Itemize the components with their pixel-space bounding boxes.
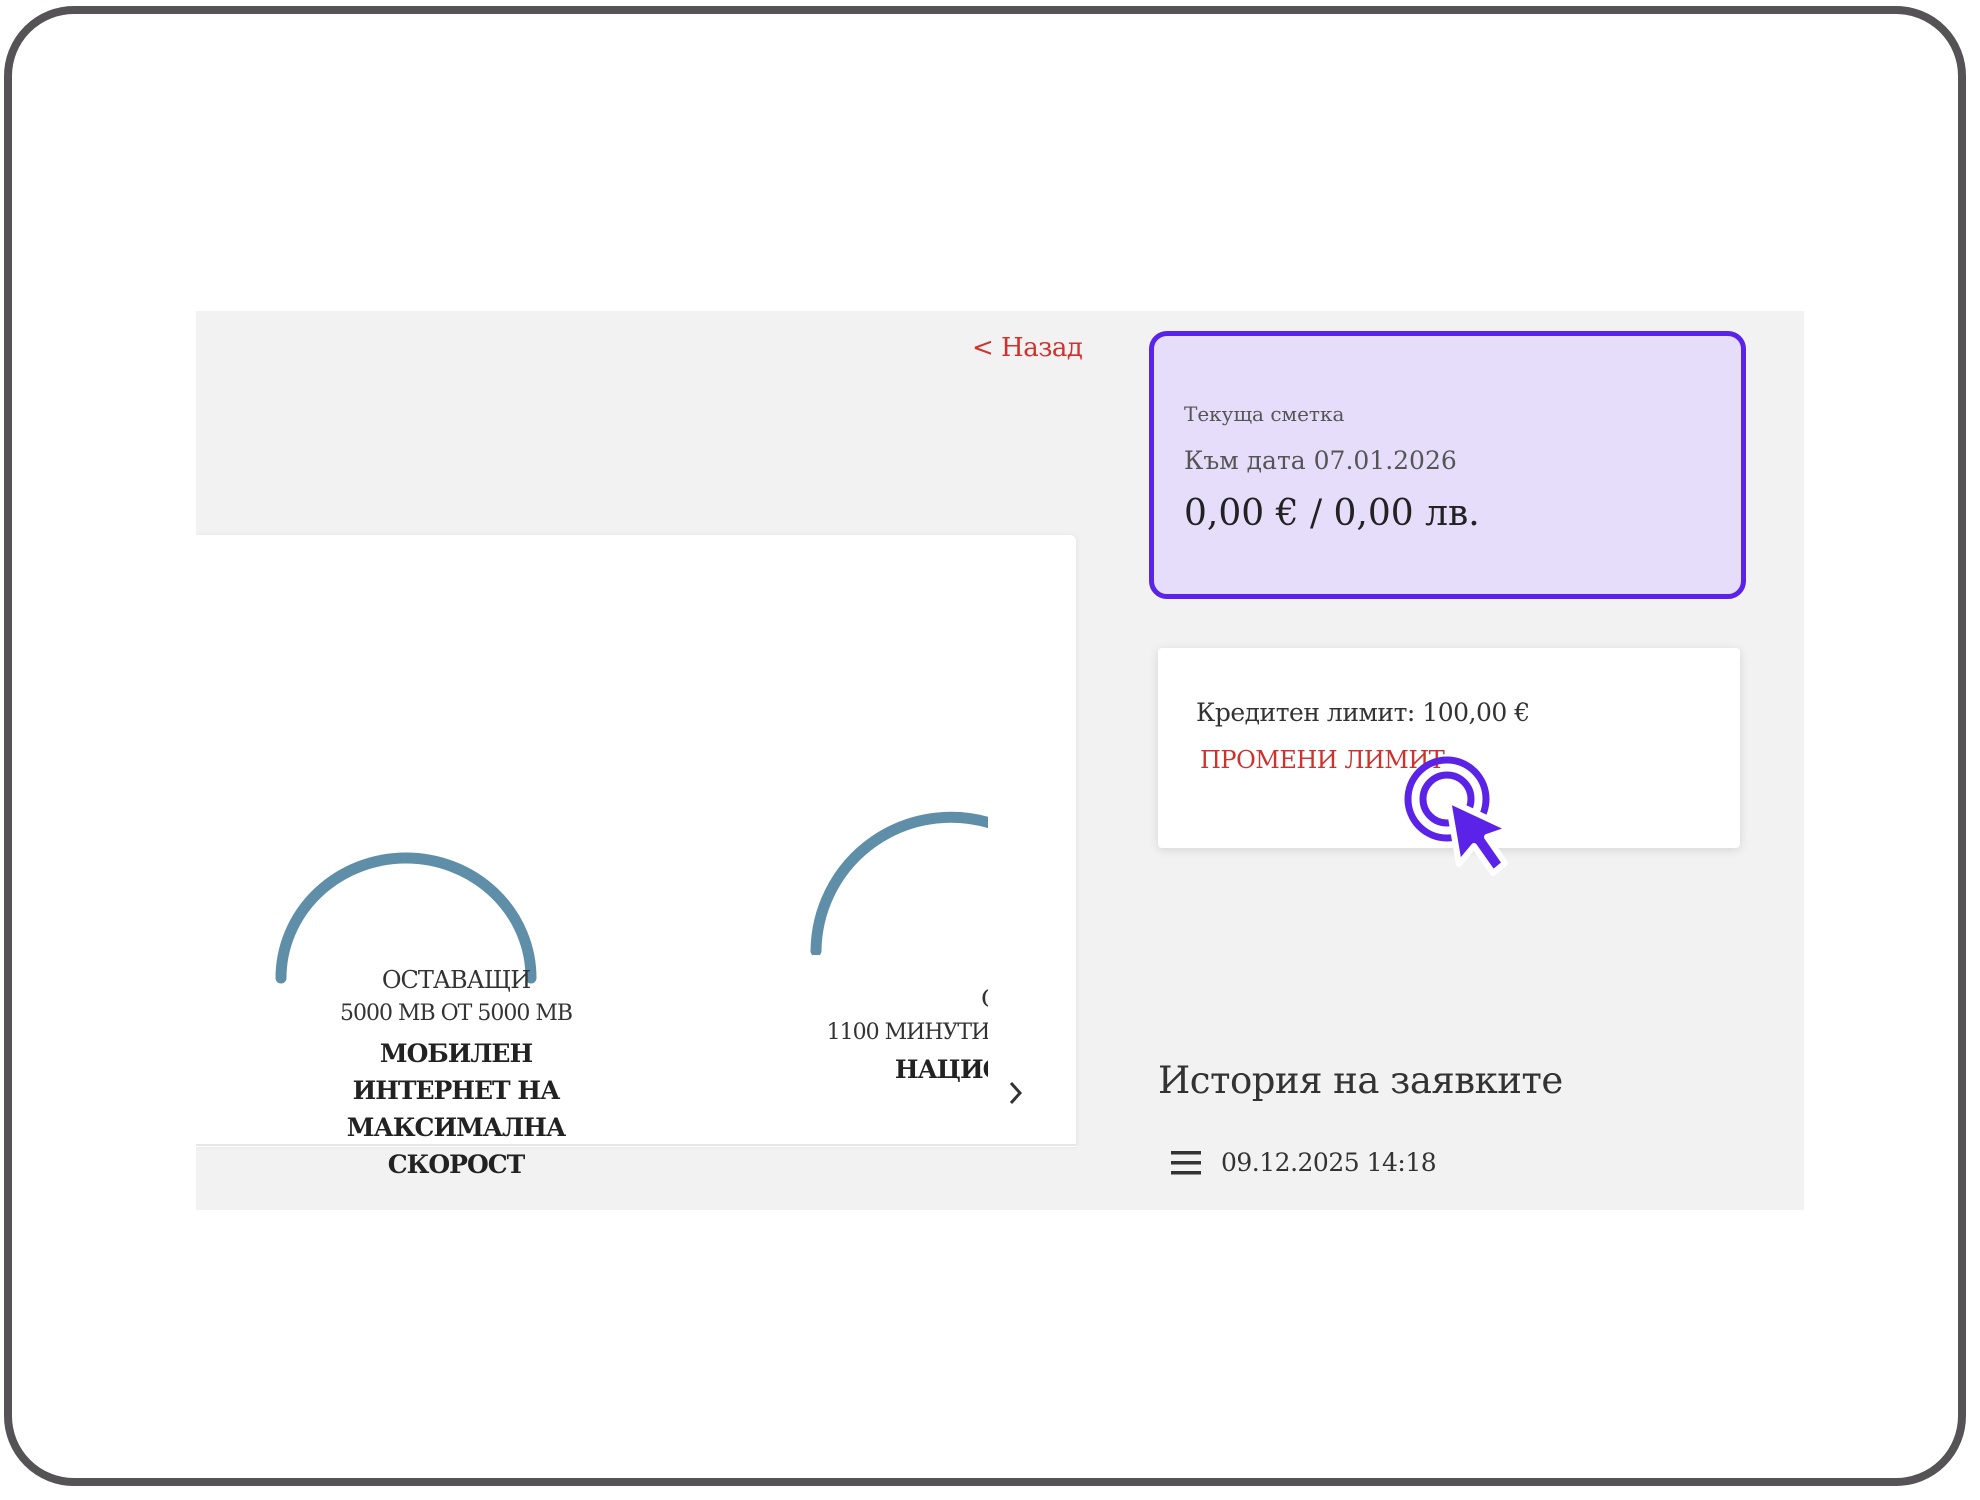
usage-card: ОСТАВАЩИ 5000 MB ОТ 5000 MB МОБИЛЕН ИНТЕ… [196, 535, 1076, 1179]
internet-gauge-name: МОБИЛЕН ИНТЕРНЕТ НА МАКСИМАЛНА СКОРОСТ [231, 1035, 681, 1183]
chevron-right-icon[interactable] [1004, 1075, 1028, 1111]
minutes-gauge-amount: 1100 МИНУТИ ОТ [826, 1020, 988, 1045]
minutes-gauge[interactable]: ОСТАВ 1100 МИНУТИ ОТ НАЦИОН [796, 805, 988, 1105]
usage-divider [196, 1144, 1076, 1146]
app-screen: < Назад ОСТАВАЩИ 5000 MB ОТ 5000 MB МОБИ… [196, 311, 1804, 1210]
history-item[interactable]: 09.12.2025 14:18 [1171, 1146, 1571, 1186]
menu-icon [1171, 1151, 1201, 1175]
history-item-date: 09.12.2025 14:18 [1221, 1148, 1437, 1177]
internet-gauge-arc [275, 852, 537, 984]
device-frame: < Назад ОСТАВАЩИ 5000 MB ОТ 5000 MB МОБИ… [4, 6, 1966, 1486]
account-due-date: Към дата 07.01.2026 [1184, 446, 1457, 475]
minutes-gauge-label: ОСТАВ [906, 985, 988, 1013]
pointer-click-icon [1404, 756, 1513, 876]
credit-limit-text: Кредитен лимит: 100,00 € [1196, 698, 1530, 727]
back-link[interactable]: < Назад [972, 333, 1083, 363]
history-title: История на заявките [1158, 1059, 1563, 1102]
internet-gauge-label: ОСТАВАЩИ [381, 966, 531, 994]
current-account-card: Текуща сметка Към дата 07.01.2026 0,00 €… [1149, 331, 1746, 599]
internet-gauge-name-text: МОБИЛЕН ИНТЕРНЕТ НА МАКСИМАЛНА СКОРОСТ [346, 1039, 566, 1179]
minutes-gauge-name: НАЦИОН [894, 1055, 988, 1084]
account-title: Текуща сметка [1184, 402, 1345, 426]
minutes-gauge-graphic [810, 811, 988, 955]
account-amount: 0,00 € / 0,00 лв. [1184, 493, 1480, 534]
minutes-gauge-arc [810, 811, 988, 955]
internet-gauge-amount: 5000 MB ОТ 5000 MB [339, 1001, 573, 1026]
